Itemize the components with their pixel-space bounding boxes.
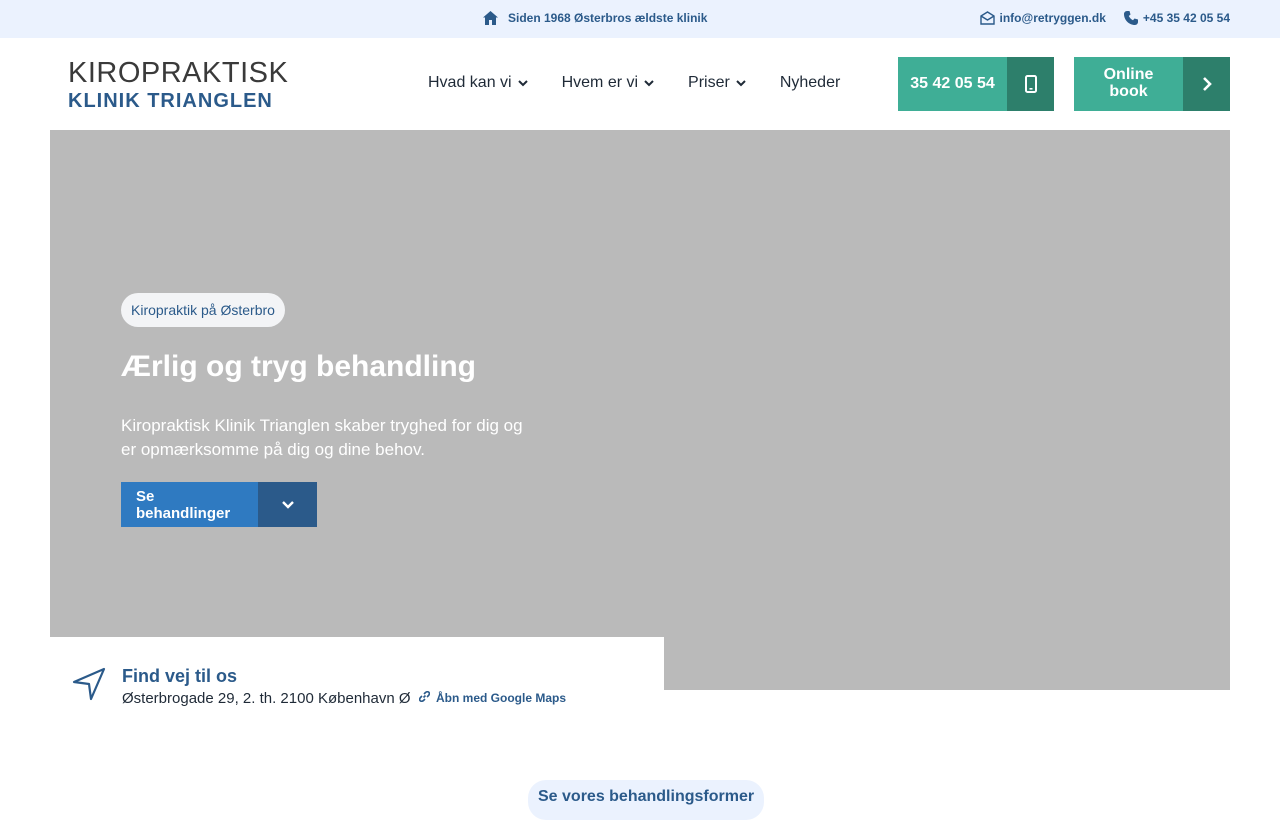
topbar-phone-link[interactable]: +45 35 42 05 54 <box>1123 11 1230 25</box>
hero-title: Ærlig og tryg behandling <box>121 350 476 383</box>
call-button-label: 35 42 05 54 <box>898 57 1007 111</box>
nav-item-hvem-er-vi[interactable]: Hvem er vi <box>562 74 654 92</box>
call-button[interactable]: 35 42 05 54 <box>898 57 1054 111</box>
see-treatments-label: Se behandlinger <box>121 482 258 527</box>
main-nav: Hvad kan vi Hvem er vi Priser Nyheder <box>428 74 840 92</box>
nav-item-label: Nyheder <box>779 74 841 91</box>
treatments-section-pill: Se vores behandlingsformer <box>528 780 765 820</box>
see-treatments-button[interactable]: Se behandlinger <box>121 482 317 527</box>
link-icon <box>418 690 431 705</box>
nav-item-priser[interactable]: Priser <box>688 74 746 92</box>
topbar-tagline: Siden 1968 Østerbros ældste klinik <box>483 11 707 25</box>
nav-item-label: Priser <box>688 74 730 91</box>
chevron-down-icon <box>736 79 746 87</box>
location-card: Find vej til os Østerbrogade 29, 2. th. … <box>50 637 664 727</box>
location-title: Find vej til os <box>122 666 238 686</box>
home-icon <box>483 11 498 25</box>
chevron-down-icon <box>644 79 654 87</box>
online-book-label: Online book <box>1074 57 1183 111</box>
mobile-icon <box>1007 57 1054 111</box>
nav-item-label: Hvad kan vi <box>428 74 512 91</box>
topbar: Siden 1968 Østerbros ældste klinik info@… <box>0 0 1280 38</box>
phone-icon <box>1123 11 1138 25</box>
chevron-down-icon <box>258 482 317 527</box>
logo-line2: KLINIK TRIANGLEN <box>68 90 273 112</box>
location-address: Østerbrogade 29, 2. th. 2100 København Ø <box>122 690 411 707</box>
google-maps-label: Åbn med Google Maps <box>436 691 567 705</box>
topbar-email-link[interactable]: info@retryggen.dk <box>979 11 1106 25</box>
hero-pill: Kiropraktik på Østerbro <box>121 293 285 327</box>
nav-item-nyheder[interactable]: Nyheder <box>780 74 840 92</box>
chevron-right-icon <box>1183 57 1230 111</box>
tagline-text: Siden 1968 Østerbros ældste klinik <box>508 11 708 25</box>
navigation-arrow-icon <box>72 667 106 706</box>
chevron-down-icon <box>517 79 528 87</box>
logo-line1: KIROPRAKTISK <box>68 57 289 89</box>
site-logo[interactable]: KIROPRAKTISK KLINIK TRIANGLEN <box>60 48 289 122</box>
site-header: KIROPRAKTISK KLINIK TRIANGLEN Hvad kan v… <box>0 38 1280 130</box>
email-text: info@retryggen.dk <box>999 11 1106 25</box>
hero-section: Kiropraktik på Østerbro Ærlig og tryg be… <box>50 130 1230 690</box>
nav-item-label: Hvem er vi <box>561 74 639 91</box>
envelope-icon <box>979 11 995 25</box>
online-book-button[interactable]: Online book <box>1074 57 1230 111</box>
google-maps-link[interactable]: Åbn med Google Maps <box>418 690 567 705</box>
nav-item-hvad-kan-vi[interactable]: Hvad kan vi <box>428 74 528 92</box>
hero-text: Kiropraktisk Klinik Trianglen skaber try… <box>121 416 523 459</box>
phone-text: +45 35 42 05 54 <box>1142 11 1230 25</box>
